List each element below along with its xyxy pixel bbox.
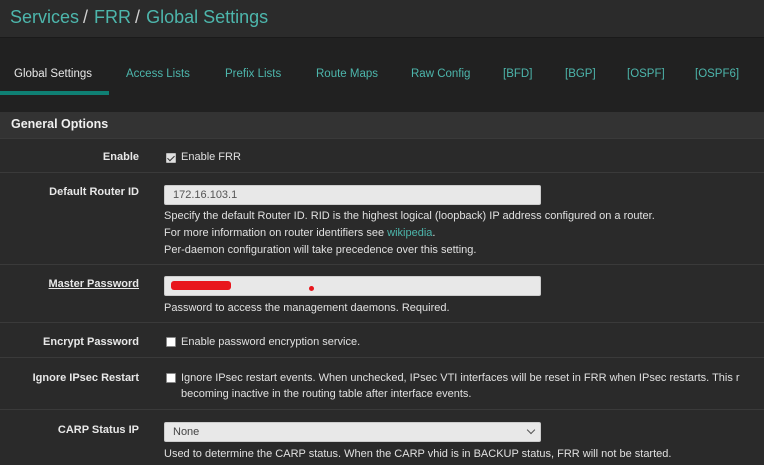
ignore-ipsec-row: Ignore IPsec Restart Ignore IPsec restar… — [0, 357, 764, 409]
carp-status-selected: None — [173, 426, 200, 438]
router-id-help-2-suffix: . — [432, 227, 436, 239]
tab-raw-config[interactable]: Raw Config — [411, 68, 470, 80]
encrypt-password-label: Encrypt Password — [43, 336, 139, 348]
redaction-dot — [309, 286, 314, 291]
master-password-help: Password to access the management daemon… — [164, 302, 450, 314]
breadcrumb-frr[interactable]: FRR — [94, 7, 131, 27]
breadcrumb-separator: / — [135, 7, 141, 27]
tab-bfd[interactable]: [BFD] — [503, 68, 532, 80]
active-tab-indicator — [0, 91, 109, 95]
ignore-ipsec-checkbox-label-2: becoming inactive in the routing table a… — [181, 388, 472, 400]
enable-label: Enable — [102, 151, 139, 163]
router-id-help-3: Per-daemon configuration will take prece… — [164, 244, 477, 256]
encrypt-password-row: Encrypt Password Enable password encrypt… — [0, 322, 764, 357]
carp-status-help: Used to determine the CARP status. When … — [164, 448, 672, 460]
tab-route-maps[interactable]: Route Maps — [316, 68, 378, 80]
router-id-row: Default Router ID 172.16.103.1 Specify t… — [0, 172, 764, 264]
router-id-help-1: Specify the default Router ID. RID is th… — [164, 210, 655, 222]
breadcrumb-global-settings[interactable]: Global Settings — [146, 7, 268, 27]
section-title: General Options — [0, 112, 764, 138]
master-password-label: Master Password — [48, 278, 139, 290]
encrypt-password-checkbox-label: Enable password encryption service. — [181, 336, 361, 348]
master-password-input[interactable] — [164, 276, 541, 296]
breadcrumb: Services / FRR / Global Settings — [0, 0, 764, 38]
tab-bar: Global Settings Access Lists Prefix List… — [0, 38, 764, 98]
redaction-mark — [171, 281, 231, 290]
breadcrumb-services[interactable]: Services — [10, 7, 79, 27]
enable-row: Enable Enable FRR — [0, 138, 764, 172]
router-id-help-2-prefix: For more information on router identifie… — [164, 227, 388, 239]
breadcrumb-separator: / — [83, 7, 89, 27]
carp-status-row: CARP Status IP None Used to determine th… — [0, 409, 764, 465]
router-id-input[interactable]: 172.16.103.1 — [164, 185, 541, 205]
ignore-ipsec-checkbox-label: Ignore IPsec restart events. When unchec… — [181, 372, 740, 384]
carp-status-label: CARP Status IP — [57, 424, 139, 436]
ignore-ipsec-checkbox[interactable] — [166, 373, 176, 383]
router-id-label: Default Router ID — [49, 186, 139, 198]
tab-access-lists[interactable]: Access Lists — [126, 68, 190, 80]
tab-global-settings[interactable]: Global Settings — [14, 68, 92, 80]
enable-frr-checkbox[interactable] — [166, 153, 176, 163]
tab-ospf[interactable]: [OSPF] — [627, 68, 665, 80]
tab-prefix-lists[interactable]: Prefix Lists — [225, 68, 281, 80]
tab-bgp[interactable]: [BGP] — [565, 68, 596, 80]
router-id-help-2: For more information on router identifie… — [164, 227, 435, 239]
tab-ospf6[interactable]: [OSPF6] — [695, 68, 739, 80]
carp-status-select[interactable]: None — [164, 422, 541, 442]
enable-frr-label: Enable FRR — [181, 151, 241, 163]
master-password-row: Master Password Password to access the m… — [0, 264, 764, 322]
wikipedia-link[interactable]: wikipedia — [387, 227, 432, 239]
chevron-down-icon — [526, 425, 536, 435]
ignore-ipsec-label: Ignore IPsec Restart — [32, 372, 139, 384]
encrypt-password-checkbox[interactable] — [166, 337, 176, 347]
